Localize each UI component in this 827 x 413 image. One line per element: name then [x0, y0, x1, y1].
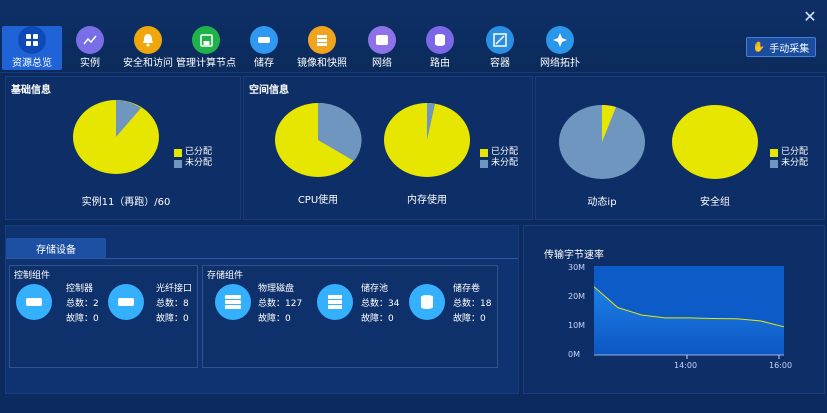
floating-ip-pie — [559, 104, 645, 179]
nav-item-compute-nodes[interactable]: 管理计算节点 — [176, 26, 236, 70]
nav-item-container[interactable]: 容器 — [470, 26, 530, 70]
legend-swatch — [770, 148, 778, 157]
container-icon — [486, 26, 514, 54]
legend-swatch — [770, 159, 778, 168]
network-info-panel: 动态ip 安全组 已分配 未分配 — [535, 76, 825, 220]
instance-pie — [73, 100, 159, 174]
x-tick: 14:00 — [674, 361, 698, 370]
nav-label: 储存 — [254, 58, 274, 69]
legend-swatch — [480, 159, 488, 168]
instance-pie-label: 实例11（再跑）/60 — [81, 197, 171, 208]
fiber-port-item: 光纤接口 总数：8 故障：0 — [156, 284, 193, 324]
legend-swatch — [174, 159, 182, 168]
legend-item-allocated: 已分配 — [770, 147, 808, 158]
storage-components-group: 存储组件 物理磁盘 总数：127 故障：0 储存池 总数：34 故障：0 储存卷… — [202, 265, 498, 368]
legend: 已分配 未分配 — [480, 147, 518, 169]
group-title: 存储组件 — [207, 271, 244, 281]
save-icon — [192, 26, 220, 54]
legend-item-allocated: 已分配 — [174, 147, 212, 158]
transfer-rate-panel: 传输字节速率 30M 20M 10M 0M 14:00 16:00 — [523, 225, 825, 394]
server-icon — [308, 26, 336, 54]
memory-pie-label: 内存使用 — [407, 195, 447, 206]
memory-pie — [384, 103, 470, 177]
legend-item-unallocated: 未分配 — [480, 158, 518, 169]
legend: 已分配 未分配 — [174, 147, 212, 169]
nav-label: 安全和访问 — [123, 58, 173, 69]
storage-devices-panel: 存储设备 控制组件 控制器 总数：2 故障：0 光纤接口 总数：8 故障：0 存… — [5, 225, 519, 394]
bell-icon — [134, 26, 162, 54]
panel-title: 空间信息 — [249, 85, 289, 96]
physical-disk-item: 物理磁盘 总数：127 故障：0 — [258, 284, 303, 324]
nav-label: 网络拓扑 — [540, 58, 580, 69]
fiber-port-icon — [108, 284, 144, 320]
tab-storage-devices[interactable]: 存储设备 — [6, 238, 106, 258]
floating-ip-pie-label: 动态ip — [587, 197, 617, 208]
legend-item-unallocated: 未分配 — [174, 158, 212, 169]
group-title: 控制组件 — [14, 271, 51, 281]
nav-item-overview[interactable]: 资源总览 — [2, 26, 62, 70]
panel-title: 基础信息 — [11, 85, 51, 96]
nav-label: 管理计算节点 — [176, 58, 236, 69]
disk-stack-icon — [215, 284, 251, 320]
legend-swatch — [174, 148, 182, 157]
network-icon — [368, 26, 396, 54]
nav-label: 网络 — [372, 58, 392, 69]
nav-item-security[interactable]: 安全和访问 — [118, 26, 178, 70]
legend-item-allocated: 已分配 — [480, 147, 518, 158]
space-info-panel: 空间信息 CPU使用 内存使用 已分配 未分配 — [243, 76, 533, 220]
close-icon[interactable]: ✕ — [801, 8, 819, 26]
nav-item-storage[interactable]: 储存 — [234, 26, 294, 70]
line-chart-icon — [76, 26, 104, 54]
legend-item-unallocated: 未分配 — [770, 158, 808, 169]
nav-item-topology[interactable]: 网络拓扑 — [530, 26, 590, 70]
y-tick: 30M — [568, 263, 586, 272]
storage-icon — [250, 26, 278, 54]
nav-label: 镜像和快照 — [297, 58, 347, 69]
y-tick: 10M — [568, 321, 586, 330]
legend-swatch — [480, 148, 488, 157]
nav-label: 容器 — [490, 58, 510, 69]
database-icon — [426, 26, 454, 54]
manual-collect-label: 手动采集 — [769, 43, 810, 55]
compass-icon — [546, 26, 574, 54]
nav-label: 资源总览 — [12, 58, 52, 69]
y-tick: 20M — [568, 292, 586, 301]
nav-label: 实例 — [80, 58, 100, 69]
nav-item-routing[interactable]: 路由 — [410, 26, 470, 70]
security-group-pie-label: 安全组 — [700, 197, 730, 208]
chart-title: 传输字节速率 — [544, 250, 604, 261]
storage-volume-item: 储存卷 总数：18 故障：0 — [453, 284, 492, 324]
controller-item: 控制器 总数：2 故障：0 — [66, 284, 99, 324]
security-group-pie — [672, 105, 758, 179]
manual-collect-button[interactable]: ✋ 手动采集 — [746, 37, 816, 57]
nav-item-images[interactable]: 镜像和快照 — [292, 26, 352, 70]
cpu-pie-label: CPU使用 — [297, 195, 339, 206]
x-tick: 16:00 — [769, 361, 793, 370]
storage-pool-item: 储存池 总数：34 故障：0 — [361, 284, 400, 324]
nav-label: 路由 — [430, 58, 450, 69]
control-components-group: 控制组件 控制器 总数：2 故障：0 光纤接口 总数：8 故障：0 — [9, 265, 198, 368]
y-tick: 0M — [568, 350, 580, 359]
dashboard-grid-icon — [18, 26, 46, 54]
volume-icon — [409, 284, 445, 320]
hand-icon: ✋ — [752, 41, 766, 53]
cpu-pie — [275, 102, 362, 177]
basic-info-panel: 基础信息 已分配 未分配 实例11（再跑）/60 — [5, 76, 241, 220]
nav-item-instance[interactable]: 实例 — [60, 26, 120, 70]
tab-divider — [6, 258, 518, 259]
nav-item-network[interactable]: 网络 — [352, 26, 412, 70]
drive-icon — [16, 284, 52, 320]
transfer-rate-chart — [594, 266, 785, 359]
pool-icon — [317, 284, 353, 320]
legend: 已分配 未分配 — [770, 147, 808, 169]
